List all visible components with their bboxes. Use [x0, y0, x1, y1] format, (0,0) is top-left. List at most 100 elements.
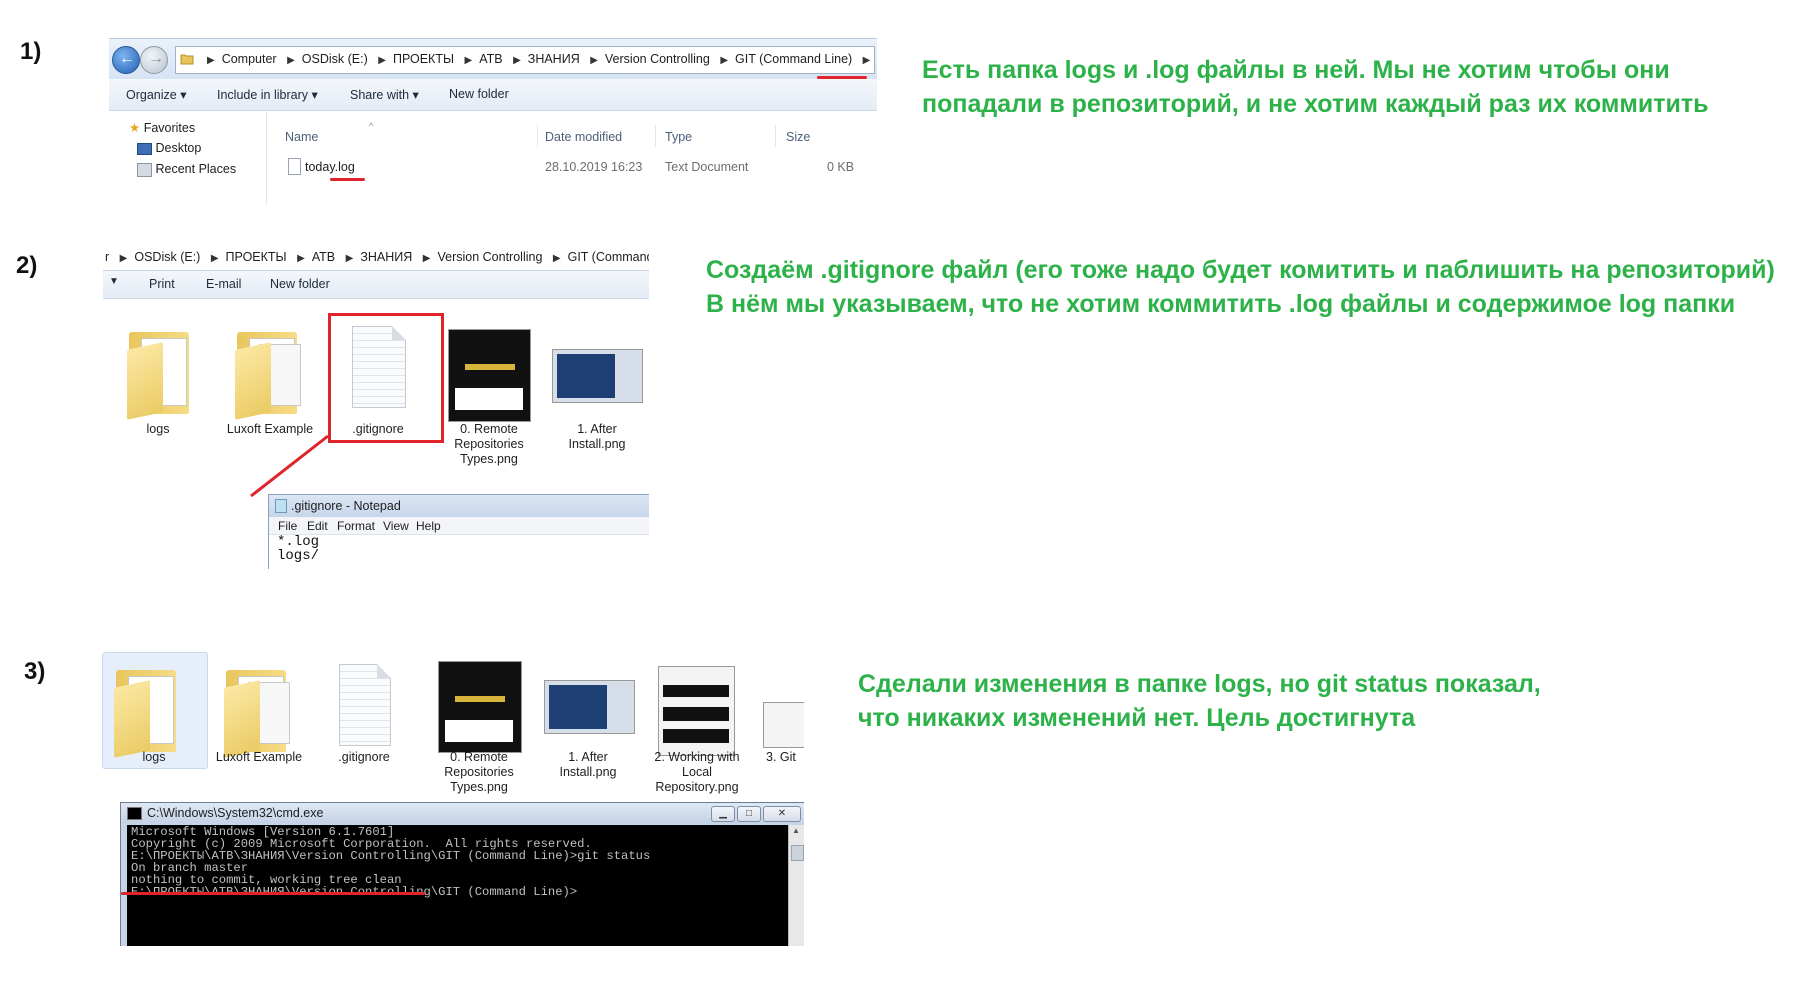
note-1: Есть папка logs и .log файлы в ней. Мы н… — [922, 53, 1708, 121]
share-with-button[interactable]: Share with ▾ — [350, 87, 419, 102]
chevron-right-icon: ▶ — [590, 55, 598, 66]
notepad-icon — [275, 499, 287, 513]
chevron-right-icon: ▶ — [513, 55, 521, 66]
new-folder-button[interactable]: New folder — [449, 87, 509, 101]
navigation-pane: ★ Favorites Desktop Recent Places — [109, 111, 267, 205]
cmd-scrollbar[interactable]: ▲ — [788, 825, 804, 946]
nav-recent-places[interactable]: Recent Places — [137, 162, 236, 177]
step-1-label: 1) — [20, 38, 42, 65]
breadcrumb-item[interactable]: Version Controlling — [605, 52, 710, 66]
cmd-console[interactable]: Microsoft Windows [Version 6.1.7601] Copy… — [127, 825, 804, 946]
chevron-right-icon: ▶ — [287, 55, 295, 66]
item-label: 2. Working with Local Repository.png — [654, 750, 740, 794]
sort-arrow-icon: ^ — [369, 121, 374, 131]
note-2: Создаём .gitignore файл (его тоже надо б… — [706, 253, 1775, 321]
breadcrumb-item[interactable]: ПРОЕКТЫ — [393, 52, 454, 66]
chevron-right-icon: ▶ — [720, 55, 729, 66]
breadcrumb-item[interactable]: АТВ — [479, 52, 502, 66]
chevron-right-icon: ▶ — [464, 55, 473, 66]
highlight-underline-today-log — [330, 178, 365, 181]
notepad-text-area[interactable]: *.log logs/ — [277, 535, 319, 563]
image-thumbnail-icon — [658, 666, 735, 756]
item-label: 3. Git — [766, 750, 796, 764]
column-divider — [655, 125, 656, 147]
note-3: Сделали изменения в папке logs, но git s… — [858, 667, 1541, 735]
note-3-line-1: Сделали изменения в папке logs, но git s… — [858, 670, 1541, 698]
column-divider — [537, 125, 538, 147]
address-box[interactable]: ▶ Computer ▶ OSDisk (E:) ▶ ПРОЕКТЫ ▶ АТВ ▶ ЗН… — [175, 46, 875, 74]
item-label: .gitignore — [338, 750, 390, 764]
cmd-icon — [127, 807, 142, 820]
text-file-icon — [288, 158, 301, 175]
cmd-window: C:\Windows\System32\cmd.exe ▁ □ ✕ Micros… — [120, 802, 804, 946]
column-header-name[interactable]: Name — [285, 130, 318, 144]
back-button[interactable]: ← — [112, 46, 140, 74]
close-button[interactable]: ✕ — [763, 806, 801, 822]
highlight-underline-clean — [121, 892, 425, 895]
column-header-type[interactable]: Type — [665, 130, 692, 144]
notepad-title-bar[interactable]: .gitignore - Notepad — [269, 495, 649, 517]
notepad-window: .gitignore - Notepad File Edit Format Vi… — [268, 494, 649, 569]
notepad-title: .gitignore - Notepad — [291, 499, 401, 513]
breadcrumb-item[interactable]: GIT (Command Line) — [735, 52, 852, 66]
note-2-line-1: Создаём .gitignore файл (его тоже надо б… — [706, 256, 1775, 284]
text-file-icon — [339, 664, 391, 746]
nav-desktop-label: Desktop — [155, 141, 202, 155]
explorer-window-logs: ← → ▶ Computer ▶ OSDisk (E:) ▶ ПРОЕКТЫ ▶ АТВ… — [109, 38, 877, 205]
nav-recent-places-label: Recent Places — [155, 162, 237, 176]
item-label: 1. After Install.png — [559, 750, 617, 779]
menu-edit[interactable]: Edit — [307, 519, 328, 533]
recent-places-icon — [137, 162, 152, 177]
item-label: Luxoft Example — [215, 750, 303, 764]
image-thumbnail-icon — [438, 661, 522, 753]
step-3-label: 3) — [24, 658, 46, 685]
star-icon: ★ — [129, 121, 141, 135]
chevron-right-icon: ▶ — [378, 55, 386, 66]
include-in-library-button[interactable]: Include in library ▾ — [217, 87, 318, 102]
minimize-button[interactable]: ▁ — [711, 806, 735, 822]
note-2-line-2: В нём мы указываем, что не хотим коммити… — [706, 290, 1736, 318]
maximize-button[interactable]: □ — [737, 806, 761, 822]
column-divider — [775, 125, 776, 147]
column-header-date-modified[interactable]: Date modified — [545, 130, 622, 144]
menu-help[interactable]: Help — [416, 519, 441, 533]
address-bar-area: ← → ▶ Computer ▶ OSDisk (E:) ▶ ПРОЕКТЫ ▶ АТВ… — [109, 39, 877, 79]
scroll-thumb[interactable] — [791, 845, 804, 861]
file-date: 28.10.2019 16:23 — [545, 160, 643, 174]
arrow-left-icon: ← — [119, 50, 135, 67]
cmd-output: Microsoft Windows [Version 6.1.7601] Copy… — [131, 826, 650, 898]
desktop-icon — [137, 142, 152, 155]
cmd-title-bar[interactable]: C:\Windows\System32\cmd.exe ▁ □ ✕ — [121, 803, 804, 823]
nav-desktop[interactable]: Desktop — [137, 141, 201, 155]
chevron-right-icon: ▶ — [207, 55, 215, 66]
file-name[interactable]: today.log — [305, 160, 355, 174]
note-1-line-2: попадали в репозиторий, и не хотим кажды… — [922, 90, 1709, 118]
cmd-title: C:\Windows\System32\cmd.exe — [147, 806, 324, 820]
explorer-window-git-status: logs Luxoft Example .gitignore 0. Remote… — [102, 644, 804, 946]
column-header-size[interactable]: Size — [786, 130, 810, 144]
organize-button[interactable]: Organize ▾ — [126, 87, 186, 102]
breadcrumb: ▶ Computer ▶ OSDisk (E:) ▶ ПРОЕКТЫ ▶ АТВ ▶ ЗН… — [200, 52, 877, 66]
nav-favorites[interactable]: ★ Favorites — [129, 120, 195, 135]
arrow-right-icon: → — [148, 50, 164, 67]
breadcrumb-item[interactable]: ЗНАНИЯ — [528, 52, 580, 66]
breadcrumb-item[interactable]: Computer — [222, 52, 277, 66]
explorer-window-gitignore: r ▶ OSDisk (E:) ▶ ПРОЕКТЫ ▶ АТВ ▶ ЗНАНИЯ ▶ Ve… — [103, 246, 649, 569]
scroll-up-arrow-icon[interactable]: ▲ — [792, 826, 800, 835]
image-thumbnail-icon — [544, 680, 635, 734]
menu-file[interactable]: File — [278, 519, 297, 533]
forward-button[interactable]: → — [140, 46, 168, 74]
breadcrumb-item[interactable]: OSDisk (E:) — [302, 52, 368, 66]
nav-favorites-label: Favorites — [143, 121, 196, 135]
chevron-right-icon: ▶ — [862, 55, 871, 66]
image-thumbnail-icon — [763, 702, 804, 748]
folder-icon — [180, 54, 194, 65]
file-type: Text Document — [665, 160, 749, 174]
file-size: 0 KB — [827, 160, 855, 174]
note-1-line-1: Есть папка logs и .log файлы в ней. Мы н… — [922, 56, 1670, 84]
item-label: logs — [142, 750, 166, 764]
notepad-menu-bar: File Edit Format View Help — [269, 517, 649, 535]
menu-format[interactable]: Format — [337, 519, 375, 533]
menu-view[interactable]: View — [383, 519, 409, 533]
command-toolbar: Organize ▾ Include in library ▾ Share wi… — [109, 79, 877, 111]
